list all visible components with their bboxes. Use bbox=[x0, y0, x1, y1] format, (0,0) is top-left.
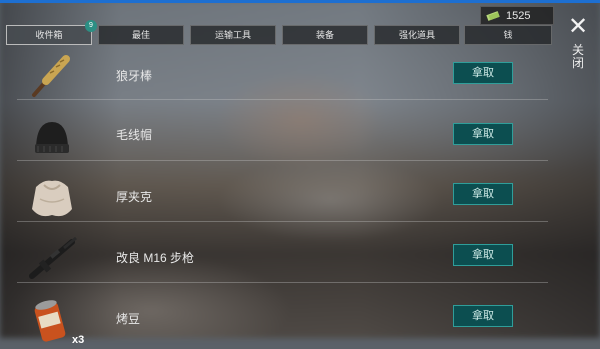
item-name: 厚夹克 bbox=[116, 190, 153, 204]
tab-boosts-label: 强化道具 bbox=[398, 30, 435, 40]
top-accent-strip bbox=[0, 0, 600, 3]
take-button[interactable]: 拿取 bbox=[453, 62, 513, 84]
beanie-icon bbox=[35, 122, 69, 153]
row-divider bbox=[17, 282, 548, 283]
list-item: 毛线帽 拿取 bbox=[0, 106, 548, 167]
list-item: 狼牙棒 拿取 bbox=[0, 45, 548, 106]
list-item: 改良 M16 步枪 拿取 bbox=[0, 228, 548, 289]
close-icon: ✕ bbox=[567, 12, 589, 40]
take-button[interactable]: 拿取 bbox=[453, 123, 513, 145]
mace-icon bbox=[32, 55, 70, 97]
tab-inbox-label: 收件箱 bbox=[35, 30, 63, 40]
row-divider bbox=[17, 99, 548, 100]
jacket-icon bbox=[32, 180, 72, 217]
tab-vehicles-label: 运输工具 bbox=[214, 30, 251, 40]
list-item: 厚夹克 拿取 bbox=[0, 167, 548, 228]
close-button[interactable]: ✕ 关闭 bbox=[563, 14, 593, 74]
list-item: x3 烤豆 拿取 bbox=[0, 288, 548, 349]
item-name: 烤豆 bbox=[116, 312, 141, 326]
close-label: 关闭 bbox=[572, 43, 585, 70]
row-divider bbox=[17, 221, 548, 222]
tab-money-label: 钱 bbox=[503, 30, 513, 40]
take-button[interactable]: 拿取 bbox=[453, 183, 513, 205]
item-quantity: x3 bbox=[72, 334, 85, 346]
item-name: 毛线帽 bbox=[116, 128, 153, 142]
tab-inbox[interactable]: 收件箱 9 bbox=[6, 20, 97, 45]
rifle-icon bbox=[29, 236, 77, 279]
tab-vehicles[interactable]: 运输工具 bbox=[190, 25, 276, 45]
row-divider bbox=[17, 160, 548, 161]
tab-money[interactable]: 钱 bbox=[464, 25, 552, 45]
tab-best-label: 最佳 bbox=[131, 30, 150, 40]
take-button[interactable]: 拿取 bbox=[453, 305, 513, 327]
currency-value: 1525 bbox=[506, 9, 531, 22]
tab-equipment[interactable]: 装备 bbox=[282, 25, 368, 45]
inbox-count-badge: 9 bbox=[85, 20, 97, 32]
take-button[interactable]: 拿取 bbox=[453, 244, 513, 266]
tab-boosts[interactable]: 强化道具 bbox=[374, 25, 460, 45]
item-name: 狼牙棒 bbox=[116, 69, 153, 83]
currency-display: 1525 bbox=[480, 6, 554, 25]
tab-equipment-label: 装备 bbox=[315, 30, 334, 40]
money-icon bbox=[486, 10, 500, 21]
tab-best[interactable]: 最佳 bbox=[98, 25, 184, 45]
item-name: 改良 M16 步枪 bbox=[116, 251, 195, 265]
